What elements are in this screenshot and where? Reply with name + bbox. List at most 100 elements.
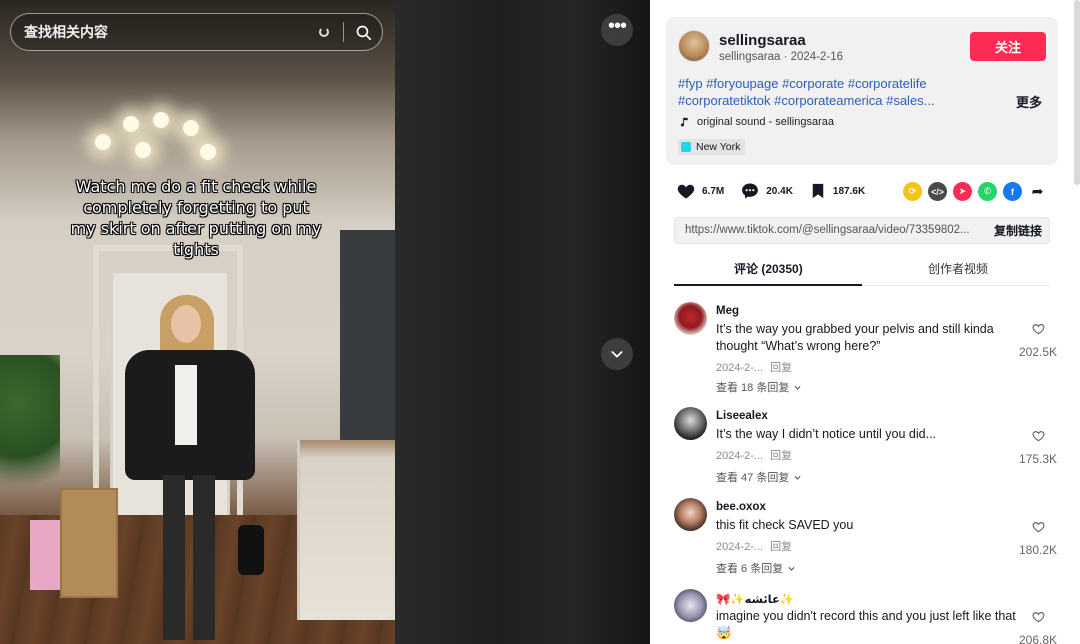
like-count: 6.7M [702, 185, 725, 197]
video-pane[interactable]: Watch me do a fit check while completely… [0, 0, 650, 644]
background-boxes [60, 488, 118, 598]
reply-button[interactable]: 回复 [770, 450, 792, 462]
comment-meta: 2024-2-... 回复 [716, 447, 792, 463]
comment-like[interactable]: 175.3K [1018, 429, 1058, 466]
comment-avatar[interactable] [674, 498, 707, 531]
expand-description-button[interactable]: 更多 [1016, 92, 1042, 111]
location-tag[interactable]: New York [678, 139, 746, 155]
view-replies-button[interactable]: 查看 18 条回复 [716, 379, 802, 395]
comment-text: It’s the way I didn’t notice until you d… [716, 427, 937, 441]
comment-date: 2024-2-... [716, 541, 764, 553]
description-hashtags: #fyp #foryoupage #corporate #corporateli… [678, 75, 968, 109]
chevron-down-icon [794, 385, 801, 390]
more-options-button[interactable]: ••• [601, 14, 633, 46]
separator-dot: · [783, 51, 791, 63]
panel-tabs: 评论 (20350) 创作者视频 [674, 256, 1050, 286]
music-note-icon [680, 117, 688, 127]
comment-like-count: 180.2K [1018, 543, 1058, 557]
view-replies-label: 查看 47 条回复 [716, 472, 790, 484]
comment-avatar[interactable] [674, 589, 707, 622]
post-date: 2024-2-16 [790, 51, 844, 63]
comment-meta: 2024-2-... 回复 [716, 359, 792, 375]
loading-icon [319, 27, 329, 37]
comment-username[interactable]: 🎀✨عائشه✨ [716, 592, 794, 606]
background-plant [0, 355, 60, 515]
view-replies-button[interactable]: 查看 47 条回复 [716, 469, 802, 485]
follow-button[interactable]: 关注 [970, 32, 1046, 61]
background-table [297, 440, 395, 620]
comment-like[interactable]: 202.5K [1018, 322, 1058, 359]
comment-date: 2024-2-... [716, 450, 764, 462]
tab-creator-videos[interactable]: 创作者视频 [928, 260, 988, 277]
comment-meta: 2024-2-... 回复 [716, 538, 792, 554]
details-panel[interactable]: sellingsaraa sellingsaraa · 2024-2-16 关注… [650, 0, 1080, 644]
panel-scrollbar[interactable] [1074, 0, 1080, 185]
heart-icon [677, 184, 695, 199]
author-handle[interactable]: sellingsaraa [719, 51, 780, 63]
location-label: New York [696, 141, 741, 153]
heart-outline-icon [1031, 324, 1045, 335]
ellipsis-icon: ••• [607, 15, 627, 37]
chevron-down-icon [788, 566, 795, 571]
search-bar[interactable]: 查找相关内容 [10, 13, 383, 51]
search-input[interactable]: 查找相关内容 [11, 22, 319, 42]
tab-comments[interactable]: 评论 (20350) [734, 260, 803, 277]
comment-action[interactable]: 20.4K [740, 181, 793, 201]
whatsapp-icon[interactable]: ✆ [978, 182, 997, 201]
action-bar: 6.7M 20.4K 187.6K [676, 180, 881, 202]
comment-item: 🎀✨عائشه✨ imagine you didn't record this … [674, 589, 1057, 644]
comment-bubble-icon [742, 183, 759, 199]
comment-like-count: 202.5K [1018, 345, 1058, 359]
view-replies-label: 查看 18 条回复 [716, 382, 790, 394]
copy-link-button[interactable]: 复制链接 [985, 218, 1051, 243]
embed-icon[interactable]: </> [928, 182, 947, 201]
author-name[interactable]: sellingsaraa [719, 32, 806, 49]
comment-username[interactable]: Liseealex [716, 410, 768, 422]
music-link[interactable]: original sound - sellingsaraa [679, 116, 834, 128]
save-action[interactable]: 187.6K [809, 181, 865, 201]
author-avatar[interactable] [678, 30, 710, 62]
share-bar: ⟳ </> ➤ ✆ f ➦ [903, 182, 1047, 201]
comment-count: 20.4K [766, 185, 793, 197]
comment-text: this fit check SAVED you [716, 518, 854, 532]
comment-like-count: 206.8K [1018, 633, 1058, 644]
comment-item: Meg It’s the way you grabbed your pelvis… [674, 302, 1057, 402]
video-person [120, 295, 270, 644]
video-link-url[interactable]: https://www.tiktok.com/@sellingsaraa/vid… [685, 224, 981, 236]
comment-date: 2024-2-... [716, 362, 764, 374]
comment-item: bee.oxox this fit check SAVED you 2024-2… [674, 498, 1057, 583]
video-caption: Watch me do a fit check while completely… [70, 177, 322, 259]
comment-item: Liseealex It’s the way I didn’t notice u… [674, 407, 1057, 497]
heart-outline-icon [1031, 612, 1045, 623]
hashtag-line-1[interactable]: #fyp #foryoupage #corporate #corporateli… [678, 75, 968, 92]
active-tab-indicator [674, 284, 862, 286]
repost-icon[interactable]: ⟳ [903, 182, 922, 201]
comment-like[interactable]: 180.2K [1018, 520, 1058, 557]
view-replies-button[interactable]: 查看 6 条回复 [716, 560, 796, 576]
search-button[interactable] [344, 13, 382, 51]
send-icon[interactable]: ➤ [953, 182, 972, 201]
heart-outline-icon [1031, 431, 1045, 442]
video-blur-background [395, 0, 650, 644]
author-handle-date: sellingsaraa · 2024-2-16 [719, 51, 843, 63]
comment-username[interactable]: Meg [716, 305, 739, 317]
reply-button[interactable]: 回复 [770, 541, 792, 553]
comment-avatar[interactable] [674, 407, 707, 440]
comment-avatar[interactable] [674, 302, 707, 335]
chandelier [95, 112, 220, 162]
comment-username[interactable]: bee.oxox [716, 501, 766, 513]
bookmark-icon [812, 183, 824, 199]
comment-like[interactable]: 206.8K [1018, 610, 1058, 644]
save-count: 187.6K [832, 185, 866, 197]
view-replies-label: 查看 6 条回复 [716, 563, 784, 575]
video-link-box: https://www.tiktok.com/@sellingsaraa/vid… [674, 217, 1050, 244]
hashtag-line-2[interactable]: #corporatetiktok #corporateamerica #sale… [678, 92, 968, 109]
facebook-icon[interactable]: f [1003, 182, 1022, 201]
share-arrow-icon[interactable]: ➦ [1028, 182, 1047, 201]
like-action[interactable]: 6.7M [676, 181, 724, 201]
music-label: original sound - sellingsaraa [697, 116, 834, 128]
video-frame[interactable]: Watch me do a fit check while completely… [0, 0, 395, 644]
reply-button[interactable]: 回复 [770, 362, 792, 374]
next-video-button[interactable] [601, 338, 633, 370]
location-pin-icon [681, 142, 691, 152]
